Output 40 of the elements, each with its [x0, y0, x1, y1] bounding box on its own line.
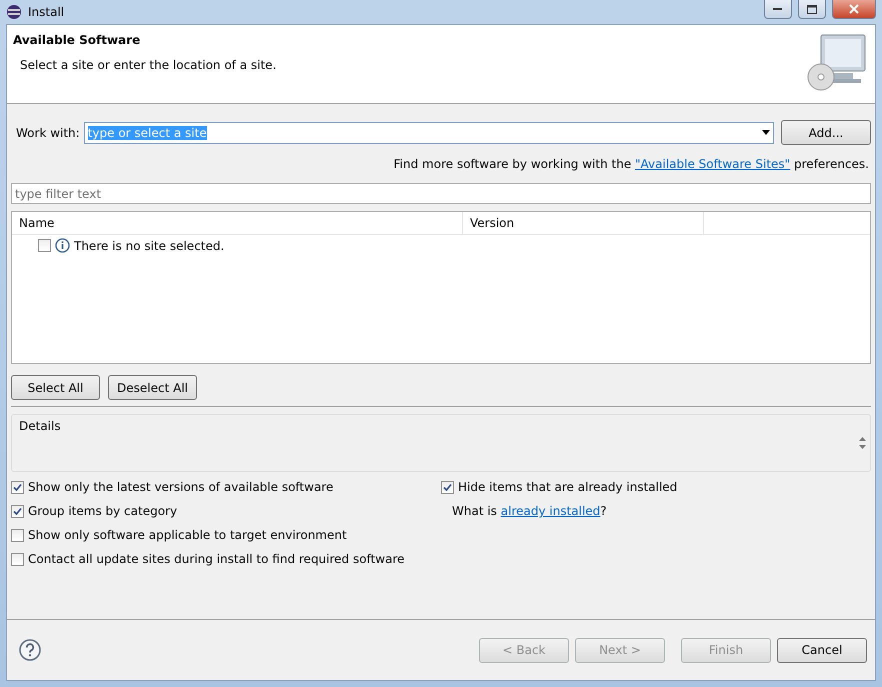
app-icon	[6, 4, 22, 20]
checkbox[interactable]	[11, 480, 24, 494]
minimize-icon	[773, 7, 783, 11]
details-label: Details	[19, 419, 61, 433]
dropdown-icon	[762, 130, 770, 135]
installed-link[interactable]: already installed	[500, 504, 600, 518]
installed-hint: What is already installed?	[452, 504, 607, 518]
checkbox[interactable]	[38, 239, 51, 252]
option-label: Hide items that are already installed	[458, 480, 678, 494]
wizard-button[interactable]: Cancel	[777, 638, 867, 662]
column-header[interactable]: Version	[463, 212, 704, 234]
select-all-button[interactable]: Select All	[11, 375, 100, 400]
deselect-all-button[interactable]: Deselect All	[108, 375, 197, 400]
row-text: There is no site selected.	[74, 238, 224, 252]
spinner-icon[interactable]	[859, 436, 866, 450]
option-label: Show only the latest versions of available software	[28, 480, 334, 494]
window-title: Install	[28, 5, 64, 19]
minimize-button[interactable]	[764, 0, 792, 19]
filter-field[interactable]: type filter text	[11, 183, 871, 204]
close-icon	[849, 4, 859, 14]
add-button[interactable]: Add...	[781, 120, 871, 145]
option-label: Group items by category	[28, 504, 178, 518]
page-description: Select a site or enter the location of a site.	[20, 58, 278, 72]
checkbox[interactable]	[11, 504, 24, 518]
column-header[interactable]: Name	[12, 212, 463, 234]
hint-text: Find more software by working with the "Available Software Sites" preferences.	[394, 157, 869, 171]
maximize-button[interactable]	[798, 0, 826, 19]
checkbox[interactable]	[11, 552, 24, 566]
maximize-icon	[807, 4, 817, 14]
work-with-label: Work with:	[16, 126, 80, 140]
checkbox[interactable]	[441, 480, 454, 494]
option-label: Show only software applicable to target environment	[28, 528, 347, 542]
page-title: Available Software	[13, 33, 142, 47]
help-icon[interactable]	[19, 639, 41, 661]
sites-link[interactable]: "Available Software Sites"	[635, 157, 790, 171]
checkbox[interactable]	[11, 528, 24, 542]
option-label: Contact all update sites during install to find required software	[28, 552, 405, 566]
combo-value: type or select a site	[88, 126, 207, 140]
info-icon	[55, 238, 70, 253]
close-button[interactable]	[832, 0, 876, 19]
